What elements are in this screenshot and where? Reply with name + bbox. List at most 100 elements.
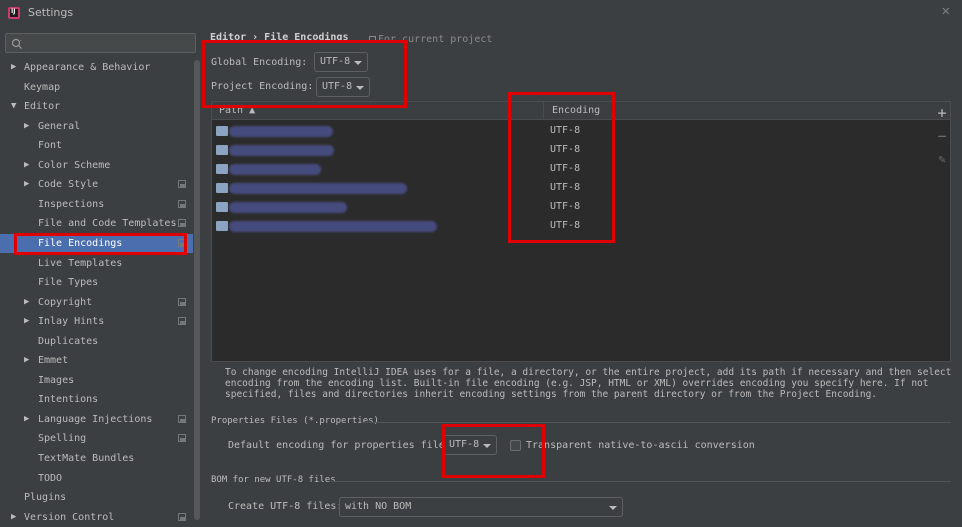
sidebar-item-emmet[interactable]: ▶ Emmet (0, 351, 193, 370)
sidebar-item-spelling[interactable]: Spelling (0, 429, 193, 448)
intellij-app-icon: IJ (8, 7, 20, 19)
sidebar-item-duplicates[interactable]: Duplicates (0, 332, 193, 351)
search-input[interactable] (5, 33, 196, 53)
expand-right-icon[interactable]: ▶ (24, 312, 29, 331)
remove-icon[interactable]: − (935, 129, 949, 144)
sidebar-item-font[interactable]: Font (0, 136, 193, 155)
sidebar-item-label: Spelling (38, 433, 87, 445)
expand-right-icon[interactable]: ▶ (24, 293, 29, 312)
expand-down-icon[interactable]: ▼ (11, 97, 16, 116)
project-scope-icon (178, 317, 186, 326)
row-encoding[interactable]: UTF-8 (550, 201, 580, 212)
table-row[interactable]: UTF-8 (212, 198, 950, 217)
sidebar-item-color-scheme[interactable]: ▶ Color Scheme (0, 156, 193, 175)
sidebar-item-label: General (38, 120, 81, 132)
sidebar-item-label: TextMate Bundles (38, 453, 135, 464)
edit-icon[interactable]: ✎ (935, 152, 949, 166)
sidebar-item-inlay-hints[interactable]: ▶ Inlay Hints (0, 312, 193, 331)
section-divider (331, 481, 951, 482)
expand-right-icon[interactable]: ▶ (11, 58, 16, 77)
sidebar-item-version-control[interactable]: ▶ Version Control (0, 508, 193, 527)
sidebar-item-label: Copyright (38, 296, 93, 308)
bom-select[interactable]: with NO BOM (339, 497, 623, 517)
sidebar-item-label: Inspections (38, 198, 105, 210)
table-row[interactable]: UTF-8 (212, 122, 950, 141)
table-row[interactable]: UTF-8 (212, 141, 950, 160)
sidebar-item-label: Images (38, 374, 75, 386)
project-scope-icon (178, 199, 186, 208)
row-encoding[interactable]: UTF-8 (550, 182, 580, 193)
sidebar-item-inspections[interactable]: Inspections (0, 195, 193, 214)
folder-icon (216, 202, 228, 212)
sidebar-item-todo[interactable]: TODO (0, 469, 193, 488)
global-encoding-value: UTF-8 (320, 56, 351, 67)
global-encoding-select[interactable]: UTF-8 (314, 52, 368, 72)
expand-right-icon[interactable]: ▶ (24, 117, 29, 136)
sidebar-item-appearance-behavior[interactable]: ▶ Appearance & Behavior (0, 58, 193, 77)
sidebar-item-general[interactable]: ▶ General (0, 117, 193, 136)
sidebar-item-label: Color Scheme (38, 159, 111, 171)
column-header-path[interactable]: Path ▲ (219, 105, 255, 116)
sidebar-item-keymap[interactable]: Keymap (0, 78, 193, 97)
sidebar-item-copyright[interactable]: ▶ Copyright (0, 293, 193, 312)
transparent-conversion-checkbox[interactable] (510, 440, 521, 451)
project-scope-icon (178, 512, 186, 521)
close-icon[interactable]: ✕ (942, 3, 950, 19)
sidebar-item-images[interactable]: Images (0, 371, 193, 390)
section-divider (361, 422, 951, 423)
sidebar-item-label: Duplicates (38, 335, 99, 347)
sidebar-item-label: Font (38, 140, 63, 152)
expand-right-icon[interactable]: ▶ (24, 410, 29, 429)
sidebar-item-label: Keymap (24, 81, 61, 93)
row-encoding[interactable]: UTF-8 (550, 144, 580, 155)
row-encoding[interactable]: UTF-8 (550, 125, 580, 136)
chevron-down-icon (483, 444, 491, 448)
table-row[interactable]: UTF-8 (212, 217, 950, 236)
transparent-conversion-label[interactable]: Transparent native-to-ascii conversion (526, 440, 755, 451)
breadcrumb: Editor › File Encodings (210, 32, 349, 43)
sidebar-item-language-injections[interactable]: ▶ Language Injections (0, 410, 193, 429)
sidebar-item-file-types[interactable]: File Types (0, 273, 193, 292)
project-encoding-label: Project Encoding: (211, 81, 314, 92)
properties-encoding-select[interactable]: UTF-8 (443, 435, 497, 455)
expand-right-icon[interactable]: ▶ (24, 156, 29, 175)
table-row[interactable]: UTF-8 (212, 179, 950, 198)
column-header-encoding[interactable]: Encoding (552, 105, 600, 116)
sidebar-item-code-style[interactable]: ▶ Code Style (0, 175, 193, 194)
project-scope-icon (178, 414, 186, 423)
sidebar-scrollbar[interactable] (193, 60, 201, 520)
sidebar-item-label: TODO (38, 472, 63, 484)
sidebar-item-editor[interactable]: ▼ Editor (0, 97, 193, 116)
add-icon[interactable]: + (935, 106, 949, 121)
folder-icon (216, 183, 228, 193)
sidebar-item-label: Intentions (38, 394, 99, 406)
sidebar-item-file-and-code-templates[interactable]: File and Code Templates (0, 214, 193, 233)
sidebar-scroll-thumb[interactable] (194, 60, 200, 520)
sidebar-item-label: File Encodings (38, 237, 123, 249)
project-encoding-select[interactable]: UTF-8 (316, 77, 370, 97)
sidebar-item-plugins[interactable]: Plugins (0, 488, 193, 507)
row-encoding[interactable]: UTF-8 (550, 220, 580, 231)
scope-note: For current project (369, 34, 492, 45)
bom-section-title: BOM for new UTF-8 files (211, 475, 336, 485)
sidebar-item-intentions[interactable]: Intentions (0, 390, 193, 409)
sidebar-item-textmate-bundles[interactable]: TextMate Bundles (0, 449, 193, 468)
table-row[interactable]: UTF-8 (212, 160, 950, 179)
sidebar-item-label: Editor (24, 101, 61, 113)
expand-right-icon[interactable]: ▶ (24, 175, 29, 194)
search-icon (11, 38, 22, 49)
sidebar-item-label: Version Control (24, 511, 115, 523)
global-encoding-label: Global Encoding: (211, 57, 308, 68)
window-title: Settings (28, 6, 74, 19)
file-encodings-table[interactable]: Path ▲ Encoding UTF-8 UTF-8 UTF-8 UTF-8 UTF-… (211, 101, 951, 362)
bom-value: with NO BOM (345, 501, 412, 512)
sidebar-item-live-templates[interactable]: Live Templates (0, 254, 193, 273)
expand-right-icon[interactable]: ▶ (24, 351, 29, 370)
column-divider[interactable] (543, 102, 544, 120)
sidebar-item-file-encodings[interactable]: File Encodings (0, 233, 193, 253)
expand-right-icon[interactable]: ▶ (11, 508, 16, 527)
sidebar-item-label: File and Code Templates (38, 218, 177, 230)
chevron-down-icon (356, 86, 364, 90)
chevron-down-icon (354, 61, 362, 65)
row-encoding[interactable]: UTF-8 (550, 163, 580, 174)
